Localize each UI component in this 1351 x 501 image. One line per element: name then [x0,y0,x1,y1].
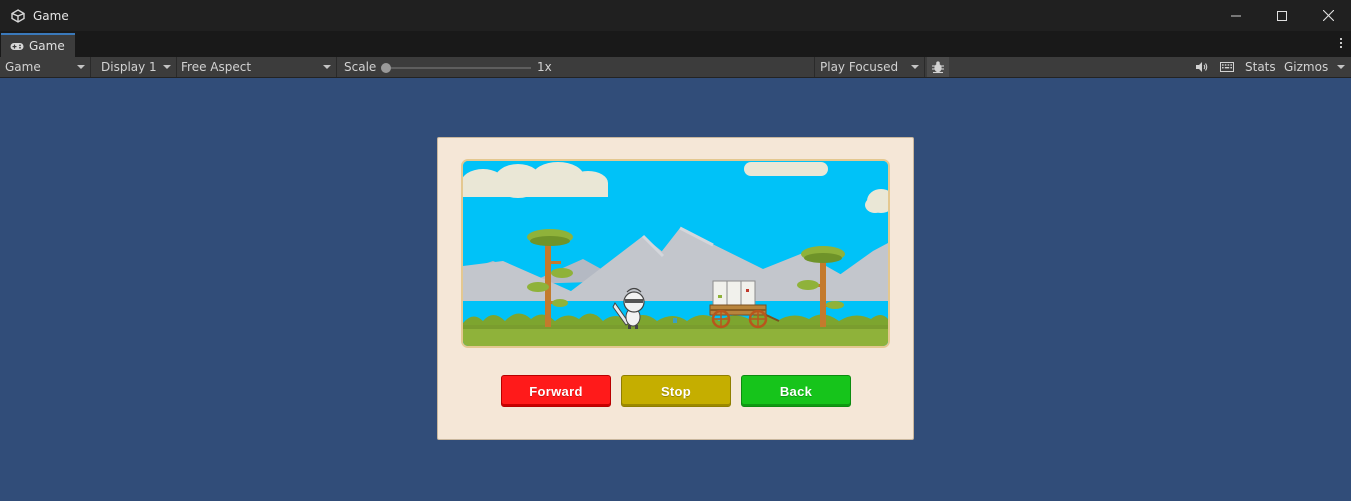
tab-bar: Game [0,31,1351,57]
speaker-icon [1195,62,1207,72]
scene-illustration [463,161,888,346]
stats-button[interactable]: Stats [1241,57,1280,77]
game-toolbar: Game Display 1 Free Aspect Scale 1x Play… [0,57,1351,78]
view-mode-dropdown[interactable]: Game [0,57,91,77]
tab-label: Game [29,39,65,53]
scale-value: 1x [537,60,552,74]
scale-slider-track[interactable] [386,67,531,69]
stats-label: Stats [1245,60,1276,74]
minimize-icon [1231,15,1241,16]
tab-game[interactable]: Game [1,33,75,57]
bug-icon [932,61,944,74]
chevron-down-icon [77,65,85,69]
chevron-down-icon [163,65,171,69]
scale-label: Scale [344,60,377,74]
gizmos-label: Gizmos [1284,60,1329,74]
close-icon [1322,10,1334,21]
chevron-down-icon [911,65,919,69]
display-label: Display 1 [101,60,157,74]
stop-button-label: Stop [660,383,692,399]
chevron-down-icon [1337,65,1345,69]
cloud [744,162,828,176]
maximize-icon [1277,10,1287,21]
display-dropdown[interactable]: Display 1 [96,57,177,77]
stop-button[interactable]: Stop [621,375,731,407]
gamepad-icon [10,42,24,51]
keyboard-icon [1220,62,1234,72]
aspect-dropdown[interactable]: Free Aspect [176,57,337,77]
game-scene [461,159,890,348]
maximize-button[interactable] [1259,0,1305,31]
chevron-down-icon [323,65,331,69]
back-button-label: Back [779,383,813,399]
title-bar: Game [0,0,1351,31]
close-button[interactable] [1305,0,1351,31]
forward-button-label: Forward [529,383,583,399]
aspect-label: Free Aspect [181,60,252,74]
forward-button[interactable]: Forward [501,375,611,407]
debug-toggle-button[interactable] [927,57,949,77]
view-mode-label: Game [5,60,41,74]
play-mode-dropdown[interactable]: Play Focused [814,57,925,77]
minimize-button[interactable] [1213,0,1259,31]
scale-slider-handle[interactable] [381,63,391,73]
gizmos-dropdown[interactable]: Gizmos [1280,57,1351,77]
unity-logo-icon [10,8,26,24]
window-title: Game [33,8,69,23]
game-panel: Forward Stop Back [437,137,914,440]
keyboard-shortcuts-button[interactable] [1216,57,1238,77]
play-mode-label: Play Focused [820,60,899,74]
more-options-icon[interactable] [1340,38,1342,48]
mute-audio-button[interactable] [1190,57,1212,77]
back-button[interactable]: Back [741,375,851,407]
